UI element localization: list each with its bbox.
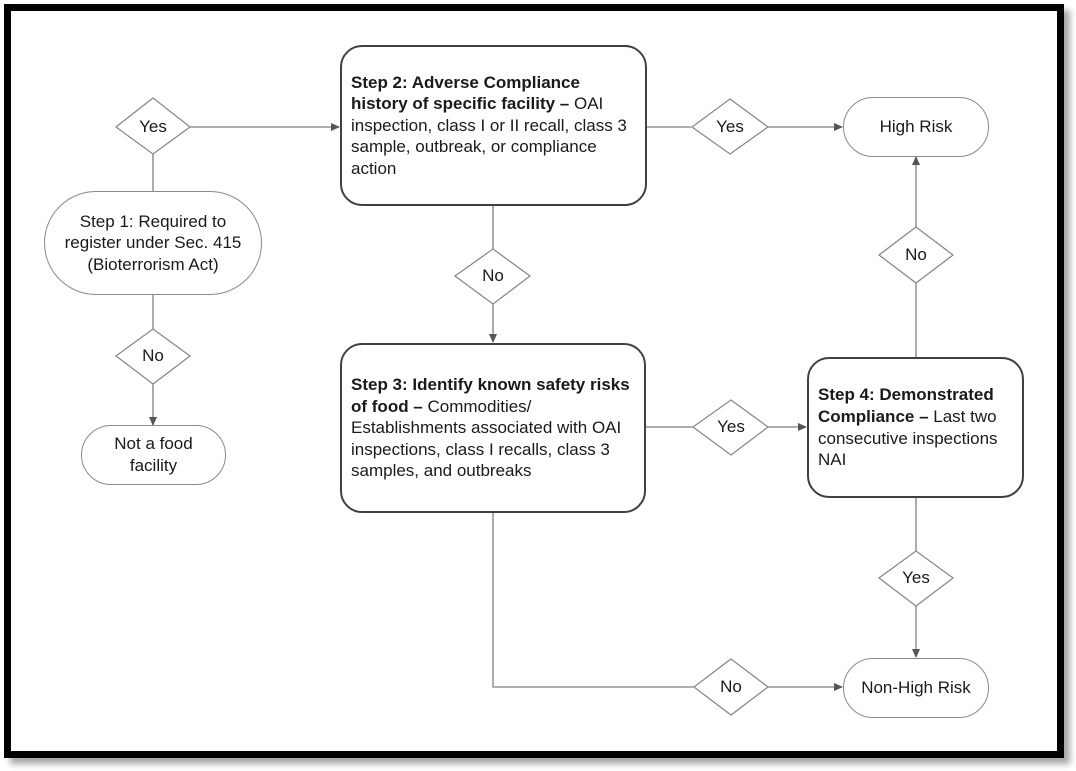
non-high-risk-label: Non-High Risk: [861, 678, 971, 698]
step1-line-1: Step 1: Required to: [79, 211, 227, 231]
not-food-facility-node: Not a food facility: [81, 425, 226, 485]
high-risk-label: High Risk: [879, 117, 953, 137]
decision-label-step4-no: No: [905, 245, 927, 264]
high-risk-node: High Risk: [843, 97, 989, 157]
decision-label-step1-no: No: [142, 346, 164, 365]
not-food-line-2: facility: [129, 456, 178, 475]
decision-label-step2-yes: Yes: [716, 117, 744, 136]
step1-line-3: (Bioterrorism Act): [87, 254, 219, 274]
step2-node: Step 2: Adverse Compliance history of sp…: [340, 45, 647, 206]
step2-title: Step 2: Adverse Compliance history of sp…: [351, 72, 580, 114]
not-food-line-1: Not a food: [114, 434, 193, 454]
step1-line-2: register under Sec. 415: [64, 233, 242, 253]
decision-label-step3-no: No: [720, 677, 742, 696]
step3-node: Step 3: Identify known safety risks of f…: [340, 343, 646, 513]
decision-label-step3-yes: Yes: [717, 417, 745, 436]
non-high-risk-node: Non-High Risk: [843, 658, 989, 718]
edge-step3-to-no: [492, 512, 694, 688]
step1-node: Step 1: Required to register under Sec. …: [44, 191, 262, 295]
step4-node: Step 4: Demonstrated Compliance – Last t…: [807, 357, 1024, 498]
decision-label-step1-yes: Yes: [139, 117, 167, 136]
decision-label-step4-yes: Yes: [902, 568, 930, 587]
decision-label-step2-no: No: [482, 266, 504, 285]
